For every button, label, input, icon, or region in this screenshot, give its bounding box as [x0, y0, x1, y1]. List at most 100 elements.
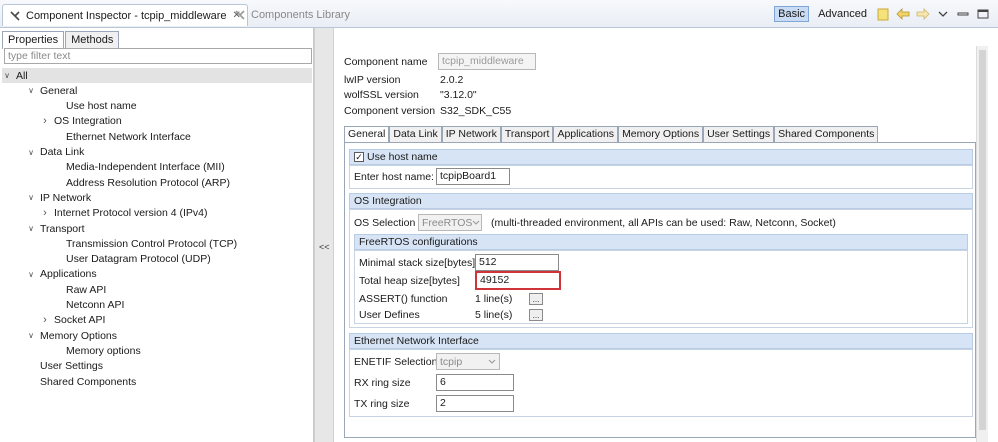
- collapse-button[interactable]: <<: [319, 242, 330, 252]
- expand-icon[interactable]: ∨: [26, 86, 36, 95]
- tab-methods[interactable]: Methods: [65, 31, 120, 49]
- assert-edit-button[interactable]: ...: [529, 293, 543, 305]
- heap-size-input[interactable]: 49152: [475, 271, 561, 290]
- tab-shared-components[interactable]: Shared Components: [774, 126, 879, 142]
- expand-icon[interactable]: ∨: [26, 331, 36, 340]
- expand-icon[interactable]: ∨: [26, 270, 36, 279]
- component-details-pane: Component name tcpip_middleware lwIP ver…: [336, 46, 988, 442]
- tree-item[interactable]: ∨ General: [26, 83, 77, 98]
- tree-item[interactable]: Transmission Control Protocol (TCP): [52, 236, 237, 251]
- components-library-tab[interactable]: Components Library: [228, 4, 356, 26]
- min-stack-input[interactable]: 512: [475, 254, 559, 271]
- expand-icon[interactable]: ∨: [26, 193, 36, 202]
- pane-divider[interactable]: <<: [314, 28, 334, 442]
- tree-item-label: Address Resolution Protocol (ARP): [66, 176, 230, 189]
- tree-item[interactable]: User Settings: [26, 359, 103, 374]
- component-inspector-tab-label: Component Inspector - tcpip_middleware: [26, 9, 227, 22]
- expand-icon[interactable]: ∨: [26, 224, 36, 233]
- tree-item[interactable]: Use host name: [52, 99, 137, 114]
- os-selection-label: OS Selection: [354, 217, 416, 229]
- settings-tabs: General Data Link IP Network Transport A…: [344, 126, 879, 142]
- tree-item[interactable]: › OS Integration: [40, 114, 122, 129]
- tree-item-label: OS Integration: [54, 115, 122, 128]
- rx-ring-size-input[interactable]: 6: [436, 374, 514, 391]
- component-name-field: tcpip_middleware: [438, 53, 536, 70]
- component-name-label: Component name: [344, 56, 428, 68]
- advanced-mode-button[interactable]: Advanced: [815, 7, 870, 21]
- tab-transport[interactable]: Transport: [500, 126, 554, 142]
- tree-item[interactable]: Ethernet Network Interface: [52, 129, 191, 144]
- view-toolbar: Basic Advanced: [774, 5, 990, 23]
- user-defines-edit-button[interactable]: ...: [529, 309, 543, 321]
- tree-item-label: Applications: [40, 268, 97, 281]
- tree-item-label: Internet Protocol version 4 (IPv4): [54, 207, 208, 220]
- use-host-name-checkbox[interactable]: ✓: [354, 152, 364, 162]
- general-tab-content: ✓ Use host name Enter host name: tcpipBo…: [344, 142, 976, 438]
- back-arrow-icon[interactable]: [896, 7, 910, 21]
- tab-ip-network[interactable]: IP Network: [441, 126, 501, 142]
- tree-item[interactable]: Media-Independent Interface (MII): [52, 160, 225, 175]
- tree-item[interactable]: ∨ Memory Options: [26, 328, 117, 343]
- view-menu-icon[interactable]: [936, 7, 950, 21]
- expand-icon[interactable]: ∨: [2, 71, 12, 80]
- scrollbar-thumb[interactable]: [979, 50, 986, 430]
- tab-data-link[interactable]: Data Link: [389, 126, 442, 142]
- vertical-scrollbar[interactable]: [976, 46, 988, 442]
- tree-item[interactable]: › Internet Protocol version 4 (IPv4): [40, 206, 208, 221]
- user-defines-value: 5 line(s): [475, 309, 513, 321]
- enter-host-name-label: Enter host name:: [354, 171, 434, 183]
- ethernet-interface-body: ENETIF Selection tcpip RX ring size 6 TX…: [349, 349, 973, 417]
- component-inspector-tab[interactable]: Component Inspector - tcpip_middleware ✕: [2, 4, 248, 26]
- tx-ring-size-input[interactable]: 2: [436, 395, 514, 412]
- os-selection-dropdown[interactable]: FreeRTOS: [418, 214, 482, 231]
- tree-item[interactable]: › Socket API: [40, 313, 105, 328]
- forward-arrow-icon[interactable]: [916, 7, 930, 21]
- freertos-config-body: Minimal stack size[bytes] 512 Total heap…: [354, 250, 968, 324]
- collapse-icon[interactable]: ›: [40, 207, 50, 219]
- tree-item[interactable]: ∨ All: [2, 68, 312, 83]
- tree-item[interactable]: Address Resolution Protocol (ARP): [52, 175, 230, 190]
- wolfssl-version-value: "3.12.0": [440, 89, 477, 101]
- tree-item[interactable]: Shared Components: [26, 374, 136, 389]
- maximize-icon[interactable]: [976, 7, 990, 21]
- tab-applications[interactable]: Applications: [553, 126, 619, 142]
- tree-item-label: User Settings: [40, 360, 104, 373]
- tree-item-label: Use host name: [66, 100, 137, 113]
- tree-item[interactable]: Netconn API: [52, 298, 124, 313]
- properties-pane: Properties Methods type filter text ∨ All…: [0, 28, 314, 442]
- tree-item-label: General: [40, 84, 78, 97]
- tree-item[interactable]: User Datagram Protocol (UDP): [52, 252, 211, 267]
- tx-ring-size-label: TX ring size: [354, 398, 410, 410]
- tree-item[interactable]: ∨ Applications: [26, 267, 97, 282]
- tree-item-label: Netconn API: [66, 299, 125, 311]
- minimize-icon[interactable]: [956, 7, 970, 21]
- component-inspector-icon: [9, 10, 21, 22]
- tree-item-label: Media-Independent Interface (MII): [66, 161, 225, 174]
- os-selection-value: FreeRTOS: [422, 216, 473, 229]
- tree-item-label: Ethernet Network Interface: [66, 130, 191, 143]
- basic-mode-button[interactable]: Basic: [774, 6, 810, 22]
- tab-memory-options[interactable]: Memory Options: [618, 126, 704, 142]
- tab-user-settings[interactable]: User Settings: [703, 126, 775, 142]
- tree-item-label: All: [16, 69, 28, 82]
- tree-item[interactable]: ∨ IP Network: [26, 190, 91, 205]
- min-stack-label: Minimal stack size[bytes]: [359, 257, 476, 269]
- tree-item[interactable]: Raw API: [52, 282, 106, 297]
- tree-item-label: IP Network: [40, 191, 92, 204]
- tree-item[interactable]: ∨ Data Link: [26, 145, 84, 160]
- tab-general[interactable]: General: [344, 126, 390, 142]
- enetif-selection-dropdown[interactable]: tcpip: [436, 353, 500, 370]
- host-name-input[interactable]: tcpipBoard1: [436, 168, 510, 185]
- filter-input[interactable]: type filter text: [4, 48, 312, 64]
- expand-icon[interactable]: ∨: [26, 148, 36, 157]
- tab-properties[interactable]: Properties: [2, 31, 65, 49]
- tree-item[interactable]: Memory options: [52, 343, 141, 358]
- wolfssl-version-label: wolfSSL version: [344, 89, 419, 101]
- collapse-icon[interactable]: ›: [40, 314, 50, 326]
- enetif-selection-label: ENETIF Selection: [354, 356, 438, 368]
- collapse-icon[interactable]: ›: [40, 115, 50, 127]
- view-tab-bar: Component Inspector - tcpip_middleware ✕…: [0, 0, 998, 28]
- note-icon[interactable]: [876, 7, 890, 21]
- tree-item-label: Memory options: [66, 344, 141, 357]
- tree-item[interactable]: ∨ Transport: [26, 221, 84, 236]
